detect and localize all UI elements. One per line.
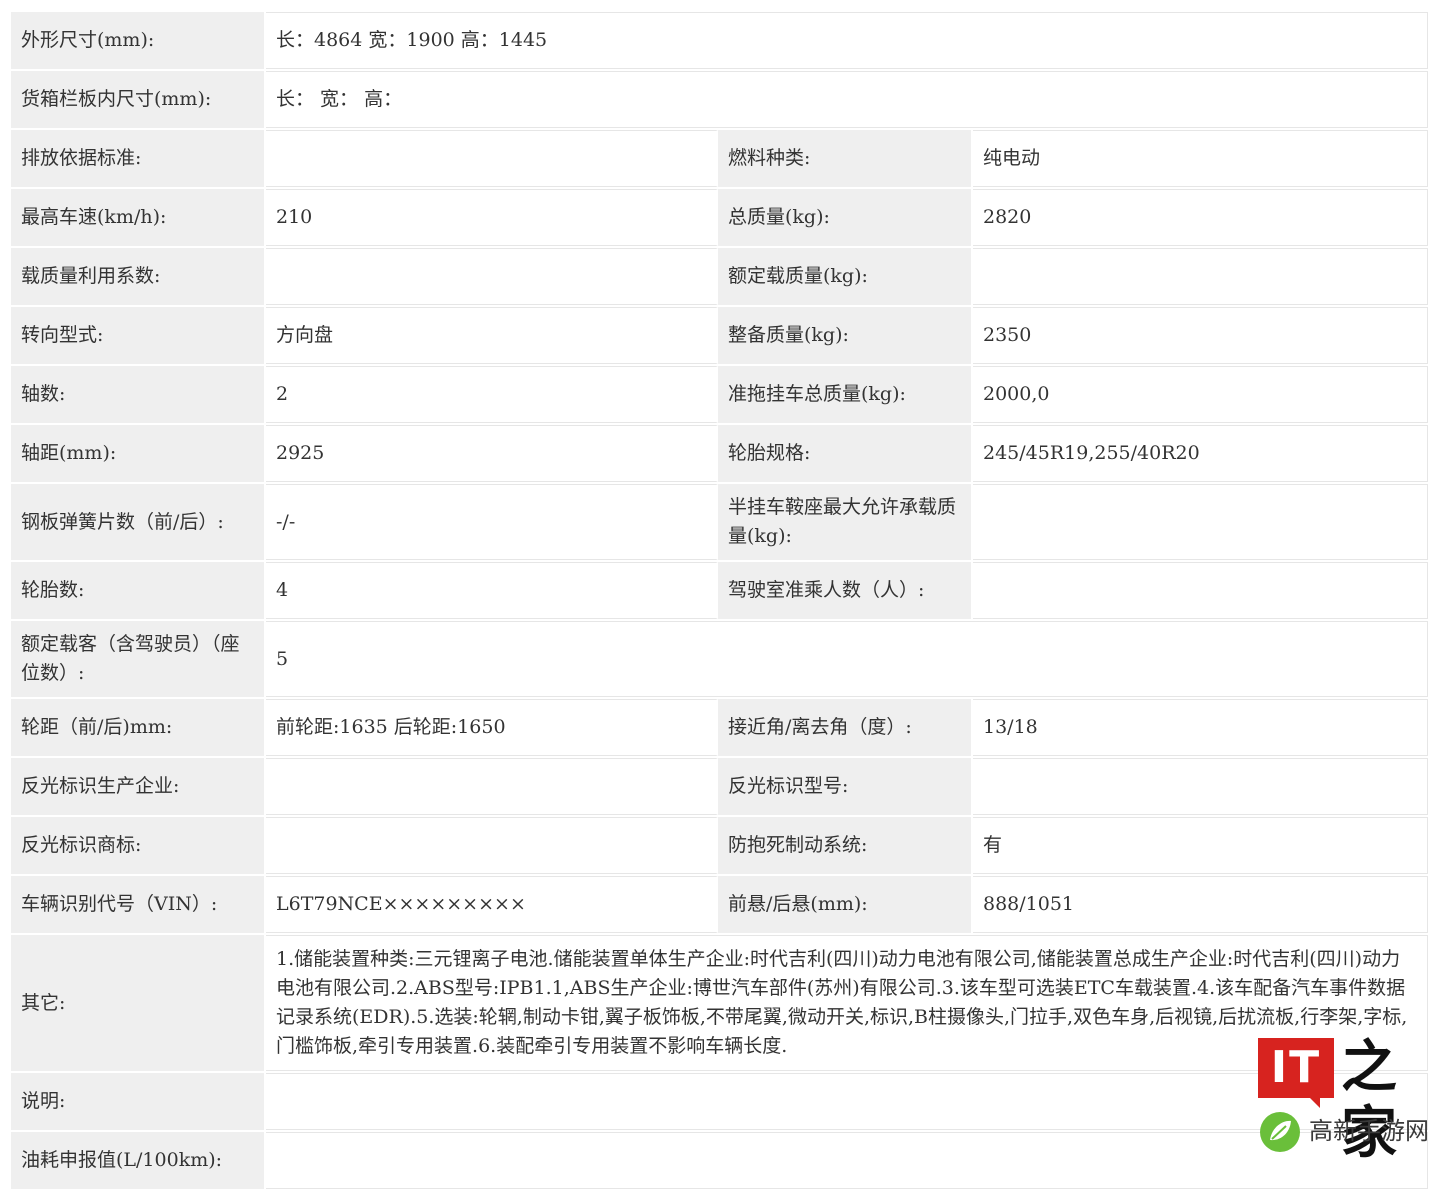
- value-cab-passengers: [973, 562, 1429, 619]
- spec-row: 轴数: 2 准拖挂车总质量(kg): 2000,0: [11, 366, 1429, 423]
- spec-row: 载质量利用系数: 额定载质量(kg):: [11, 248, 1429, 305]
- label-steering-type: 转向型式:: [11, 307, 266, 364]
- ithome-logo-text: IT: [1270, 1042, 1322, 1093]
- vehicle-spec-table: 外形尺寸(mm): 长：4864 宽：1900 高：1445 货箱栏板内尺寸(m…: [11, 10, 1429, 1191]
- spec-row: 轮胎数: 4 驾驶室准乘人数（人）:: [11, 562, 1429, 619]
- spec-row: 车辆识别代号（VIN）: L6T79NCE××××××××× 前悬/后悬(mm)…: [11, 876, 1429, 933]
- label-fuel-type: 燃料种类:: [718, 130, 973, 187]
- label-fuel-consumption: 油耗申报值(L/100km):: [11, 1132, 266, 1189]
- label-wheelbase: 轴距(mm):: [11, 425, 266, 482]
- site-watermark: 高新手游网: [1255, 1108, 1430, 1156]
- value-axle-count: 2: [266, 366, 718, 423]
- label-seating-capacity: 额定载客（含驾驶员）（座位数）:: [11, 621, 266, 697]
- spec-row-cargo-box: 货箱栏板内尺寸(mm): 长： 宽： 高：: [11, 71, 1429, 128]
- spec-row: 排放依据标准: 燃料种类: 纯电动: [11, 130, 1429, 187]
- label-notes: 说明:: [11, 1073, 266, 1130]
- value-max-speed: 210: [266, 189, 718, 246]
- label-total-mass: 总质量(kg):: [718, 189, 973, 246]
- value-emission-standard: [266, 130, 718, 187]
- label-cargo-box: 货箱栏板内尺寸(mm):: [11, 71, 266, 128]
- spec-row-dimensions: 外形尺寸(mm): 长：4864 宽：1900 高：1445: [11, 12, 1429, 69]
- site-name: 高新手游网: [1309, 1117, 1429, 1145]
- spec-row: 转向型式: 方向盘 整备质量(kg): 2350: [11, 307, 1429, 364]
- label-saddle-load: 半挂车鞍座最大允许承载质量(kg):: [718, 484, 973, 560]
- label-track-width: 轮距（前/后)mm:: [11, 699, 266, 756]
- label-emission-standard: 排放依据标准:: [11, 130, 266, 187]
- label-max-speed: 最高车速(km/h):: [11, 189, 266, 246]
- value-rated-load: [973, 248, 1429, 305]
- value-steering-type: 方向盘: [266, 307, 718, 364]
- ithome-watermark: IT 之家 高新手游网: [1255, 1034, 1429, 1166]
- label-tire-count: 轮胎数:: [11, 562, 266, 619]
- value-fuel-type: 纯电动: [973, 130, 1429, 187]
- value-other: 1.储能装置种类:三元锂离子电池.储能装置单体生产企业:时代吉利(四川)动力电池…: [266, 935, 1429, 1071]
- value-saddle-load: [973, 484, 1429, 560]
- ithome-logo-box: IT: [1258, 1038, 1334, 1108]
- label-reflector-brand: 反光标识商标:: [11, 817, 266, 874]
- ithome-logo-tail: [1310, 1098, 1320, 1108]
- spec-row: 反光标识商标: 防抱死制动系统: 有: [11, 817, 1429, 874]
- label-rated-load: 额定载质量(kg):: [718, 248, 973, 305]
- value-load-utilization: [266, 248, 718, 305]
- spec-row: 轮距（前/后)mm: 前轮距:1635 后轮距:1650 接近角/离去角（度）:…: [11, 699, 1429, 756]
- value-vin: L6T79NCE×××××××××: [266, 876, 718, 933]
- value-abs: 有: [973, 817, 1429, 874]
- value-overhang: 888/1051: [973, 876, 1429, 933]
- value-total-mass: 2820: [973, 189, 1429, 246]
- value-leaf-springs: -/-: [266, 484, 718, 560]
- value-dimensions: 长：4864 宽：1900 高：1445: [266, 12, 1429, 69]
- value-tire-spec: 245/45R19,255/40R20: [973, 425, 1429, 482]
- value-seating-capacity: 5: [266, 621, 1429, 697]
- value-cargo-box: 长： 宽： 高：: [266, 71, 1429, 128]
- label-load-utilization: 载质量利用系数:: [11, 248, 266, 305]
- leaf-icon: [1260, 1112, 1300, 1152]
- value-curb-weight: 2350: [973, 307, 1429, 364]
- label-trailer-mass: 准拖挂车总质量(kg):: [718, 366, 973, 423]
- value-reflector-model: [973, 758, 1429, 815]
- label-overhang: 前悬/后悬(mm):: [718, 876, 973, 933]
- label-curb-weight: 整备质量(kg):: [718, 307, 973, 364]
- value-reflector-maker: [266, 758, 718, 815]
- label-other: 其它:: [11, 935, 266, 1071]
- value-approach-departure: 13/18: [973, 699, 1429, 756]
- spec-row: 钢板弹簧片数（前/后）: -/- 半挂车鞍座最大允许承载质量(kg):: [11, 484, 1429, 560]
- spec-row-seating: 额定载客（含驾驶员）（座位数）: 5: [11, 621, 1429, 697]
- value-notes: [266, 1073, 1429, 1130]
- label-tire-spec: 轮胎规格:: [718, 425, 973, 482]
- label-cab-passengers: 驾驶室准乘人数（人）:: [718, 562, 973, 619]
- spec-row: 反光标识生产企业: 反光标识型号:: [11, 758, 1429, 815]
- spec-row: 最高车速(km/h): 210 总质量(kg): 2820: [11, 189, 1429, 246]
- label-vin: 车辆识别代号（VIN）:: [11, 876, 266, 933]
- label-dimensions: 外形尺寸(mm):: [11, 12, 266, 69]
- spec-row: 轴距(mm): 2925 轮胎规格: 245/45R19,255/40R20: [11, 425, 1429, 482]
- label-leaf-springs: 钢板弹簧片数（前/后）:: [11, 484, 266, 560]
- value-wheelbase: 2925: [266, 425, 718, 482]
- label-abs: 防抱死制动系统:: [718, 817, 973, 874]
- spec-row-notes: 说明:: [11, 1073, 1429, 1130]
- label-axle-count: 轴数:: [11, 366, 266, 423]
- label-reflector-maker: 反光标识生产企业:: [11, 758, 266, 815]
- label-reflector-model: 反光标识型号:: [718, 758, 973, 815]
- value-tire-count: 4: [266, 562, 718, 619]
- spec-row-other: 其它: 1.储能装置种类:三元锂离子电池.储能装置单体生产企业:时代吉利(四川)…: [11, 935, 1429, 1071]
- value-fuel-consumption: [266, 1132, 1429, 1189]
- value-trailer-mass: 2000,0: [973, 366, 1429, 423]
- label-approach-departure: 接近角/离去角（度）:: [718, 699, 973, 756]
- spec-row-fuel-consumption: 油耗申报值(L/100km):: [11, 1132, 1429, 1189]
- value-reflector-brand: [266, 817, 718, 874]
- value-track-width: 前轮距:1635 后轮距:1650: [266, 699, 718, 756]
